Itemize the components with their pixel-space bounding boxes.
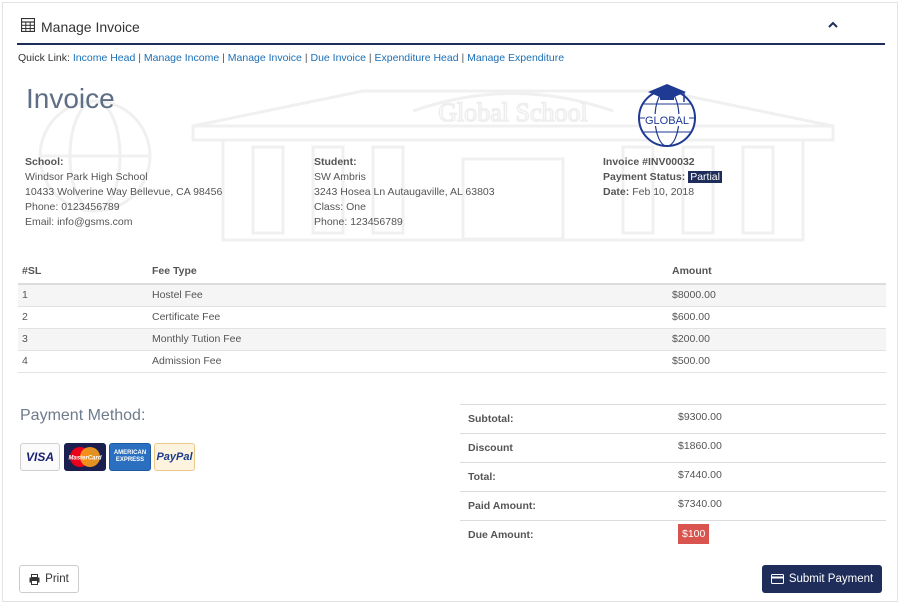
school-info: School: Windsor Park High School 10433 W… [25, 155, 222, 230]
row-sl: 4 [18, 350, 148, 373]
quick-link-expenditure-head[interactable]: Expenditure Head [375, 52, 459, 64]
column-header-amount: Amount [668, 258, 886, 285]
totals-row-total: Total: $7440.00 [460, 462, 886, 492]
visa-card-icon: VISA [20, 443, 60, 471]
invoice-meta: Invoice #INV00032 Payment Status: Partia… [603, 155, 722, 200]
totals-row-paid: Paid Amount: $7340.00 [460, 491, 886, 521]
logo-text: GLOBAL [645, 115, 689, 127]
school-address: 10433 Wolverine Way Bellevue, CA 98456 [25, 186, 223, 198]
totals-table: Subtotal: $9300.00 Discount $1860.00 Tot… [460, 404, 886, 550]
quick-link-label: Quick Link: [18, 52, 70, 64]
payment-status-label: Payment Status: [603, 171, 686, 183]
invoice-title: Invoice [26, 83, 115, 114]
panel-title: Manage Invoice [41, 19, 140, 35]
due-amount-label: Due Amount: [460, 520, 670, 550]
totals-row-due: Due Amount: $100 [460, 520, 886, 550]
row-amount: $600.00 [668, 306, 886, 329]
school-email: Email: info@gsms.com [25, 216, 133, 228]
school-name: Windsor Park High School [25, 171, 148, 183]
row-amount: $200.00 [668, 328, 886, 351]
total-label: Total: [460, 462, 670, 492]
table-row: 1 Hostel Fee $8000.00 [18, 284, 886, 307]
global-logo: GLOBAL [638, 84, 696, 147]
print-icon [29, 573, 40, 585]
row-sl: 3 [18, 328, 148, 351]
watermark-text: Global School [438, 98, 588, 127]
invoice-panel: Manage Invoice Quick Link: Income Head |… [2, 2, 898, 602]
table-grid-icon [21, 18, 35, 32]
subtotal-value: $9300.00 [670, 404, 886, 434]
student-phone: Phone: 123456789 [314, 216, 403, 228]
table-row: 4 Admission Fee $500.00 [18, 350, 886, 373]
quick-links: Quick Link: Income Head | Manage Income … [18, 52, 565, 64]
student-name: SW Ambris [314, 171, 366, 183]
row-sl: 1 [18, 284, 148, 307]
quick-link-manage-income[interactable]: Manage Income [144, 52, 219, 64]
fee-table: #SL Fee Type Amount 1 Hostel Fee $8000.0… [18, 258, 886, 373]
row-amount: $8000.00 [668, 284, 886, 307]
row-fee-type: Admission Fee [148, 350, 668, 373]
school-watermark: Global School [191, 89, 835, 242]
payment-method-title: Payment Method: [20, 407, 146, 424]
row-fee-type: Hostel Fee [148, 284, 668, 307]
chevron-up-icon[interactable] [827, 19, 839, 31]
submit-payment-label: Submit Payment [788, 573, 874, 585]
paid-amount-label: Paid Amount: [460, 491, 670, 521]
student-address: 3243 Hosea Ln Autaugaville, AL 63803 [314, 186, 495, 198]
column-header-fee-type: Fee Type [148, 258, 668, 285]
row-fee-type: Certificate Fee [148, 306, 668, 329]
total-value: $7440.00 [670, 462, 886, 492]
totals-row-discount: Discount $1860.00 [460, 433, 886, 463]
row-sl: 2 [18, 306, 148, 329]
quick-link-manage-expenditure[interactable]: Manage Expenditure [467, 52, 564, 64]
table-row: 2 Certificate Fee $600.00 [18, 306, 886, 329]
school-label: School: [25, 156, 64, 168]
due-amount-badge: $100 [678, 524, 710, 544]
invoice-number: Invoice #INV00032 [603, 156, 695, 168]
student-label: Student: [314, 156, 357, 168]
school-phone: Phone: 0123456789 [25, 201, 120, 213]
fee-table-header: #SL Fee Type Amount [18, 258, 886, 285]
amex-card-icon: AMERICAN EXPRESS [109, 443, 151, 471]
mastercard-text: MasterCard [68, 456, 101, 462]
mastercard-icon: MasterCard [64, 443, 106, 471]
row-amount: $500.00 [668, 350, 886, 373]
table-row: 3 Monthly Tution Fee $200.00 [18, 328, 886, 351]
invoice-date: Feb 10, 2018 [632, 186, 695, 198]
paypal-card-icon: PayPal [154, 443, 195, 471]
quick-link-due-invoice[interactable]: Due Invoice [310, 52, 365, 64]
date-label: Date: [603, 186, 630, 198]
quick-link-income-head[interactable]: Income Head [73, 52, 135, 64]
student-class: Class: One [314, 201, 366, 213]
discount-label: Discount [460, 433, 670, 463]
paid-amount-value: $7340.00 [670, 491, 886, 521]
panel-header: Manage Invoice [17, 9, 885, 45]
column-header-sl: #SL [18, 258, 148, 285]
submit-payment-button[interactable]: Submit Payment [762, 565, 882, 593]
quick-link-manage-invoice[interactable]: Manage Invoice [228, 52, 302, 64]
credit-card-icon [770, 574, 784, 584]
print-button[interactable]: Print [19, 565, 79, 593]
totals-row-subtotal: Subtotal: $9300.00 [460, 404, 886, 434]
discount-value: $1860.00 [670, 433, 886, 463]
subtotal-label: Subtotal: [460, 404, 670, 434]
print-button-label: Print [45, 573, 69, 585]
student-info: Student: SW Ambris 3243 Hosea Ln Autauga… [314, 155, 495, 230]
payment-status-badge: Partial [688, 171, 722, 183]
row-fee-type: Monthly Tution Fee [148, 328, 668, 351]
